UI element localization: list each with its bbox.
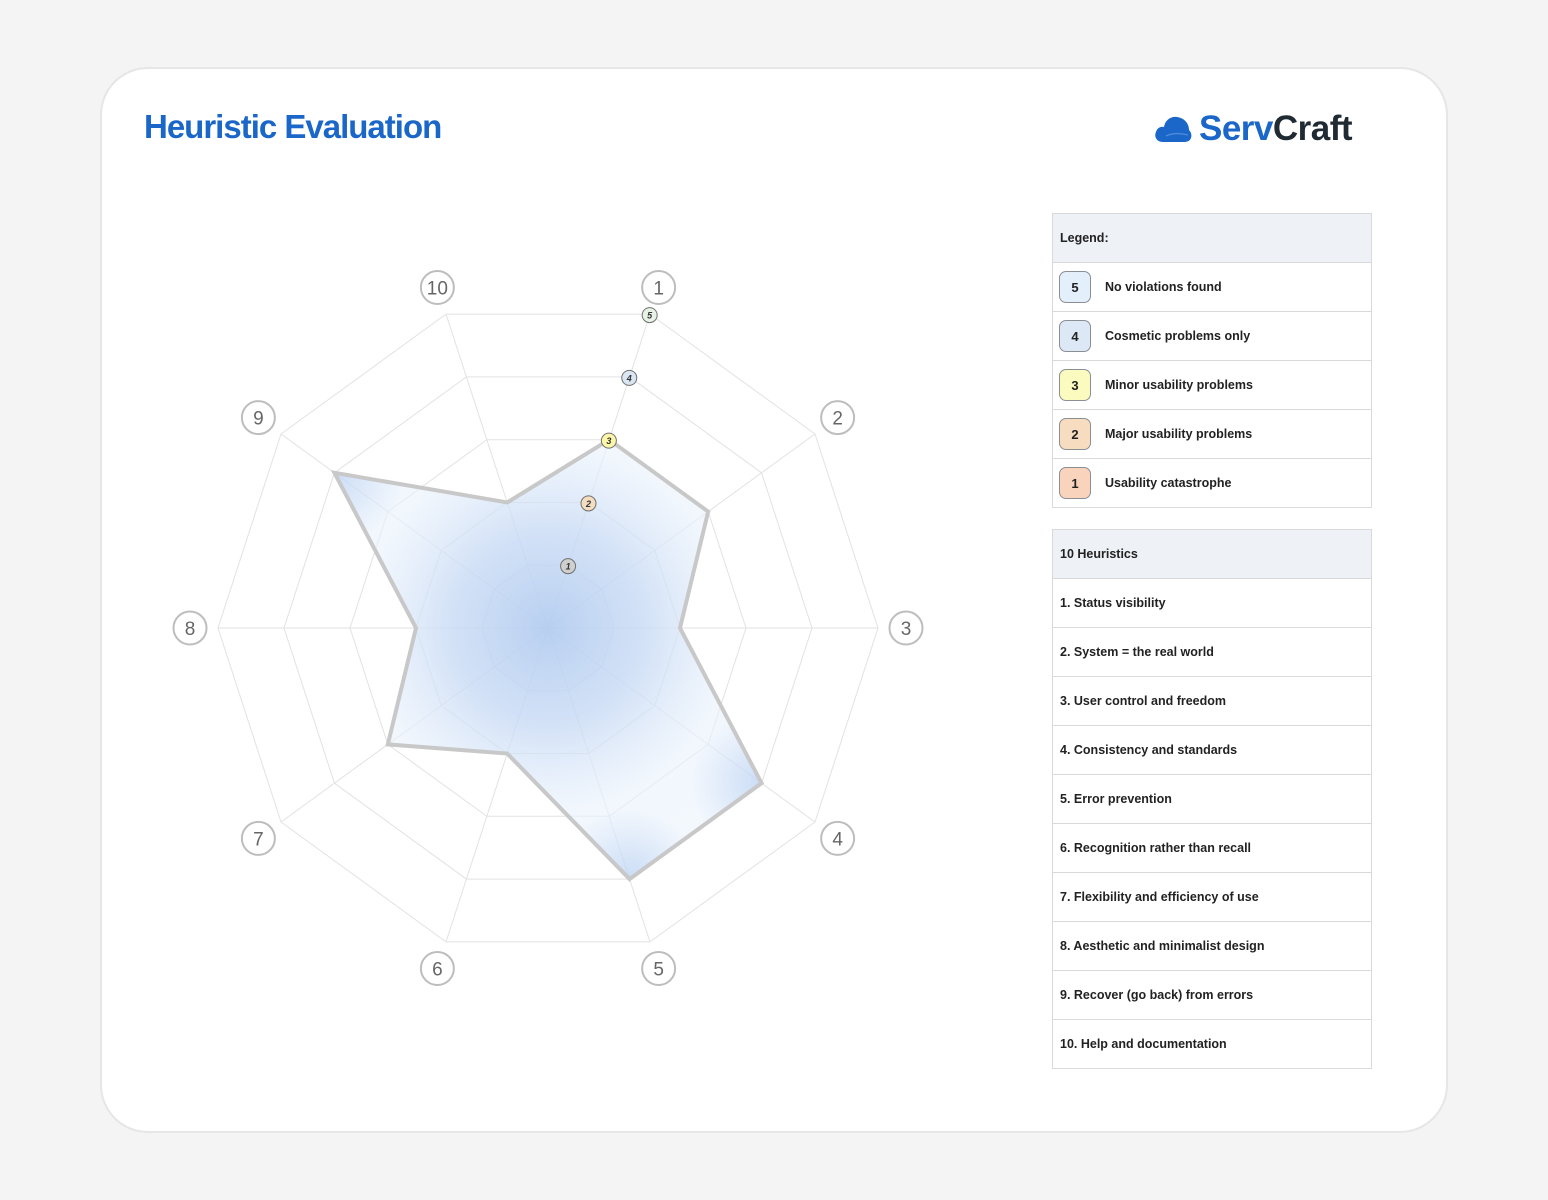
scale-marker-label: 3	[606, 436, 611, 446]
axis-label-text: 1	[653, 279, 664, 300]
heuristic-row: 6. Recognition rather than recall	[1053, 824, 1371, 873]
axis-label: 7	[240, 820, 276, 856]
legend-row: 3 Minor usability problems	[1053, 361, 1371, 410]
scale-marker: 1	[560, 558, 577, 575]
scale-marker: 4	[621, 369, 638, 386]
scale-marker: 2	[580, 495, 597, 512]
legend-row: 4 Cosmetic problems only	[1053, 312, 1371, 361]
heuristic-row: 9. Recover (go back) from errors	[1053, 971, 1371, 1020]
legend-label: Minor usability problems	[1105, 378, 1253, 392]
scale-marker-label: 4	[626, 373, 632, 383]
legend-table: Legend: 5 No violations found 4 Cosmetic…	[1052, 213, 1372, 508]
legend-swatch: 1	[1059, 467, 1091, 499]
legend-swatch: 5	[1059, 271, 1091, 303]
scale-marker: 3	[600, 432, 617, 449]
legend-label: No violations found	[1105, 280, 1222, 294]
brand-name-part1: Serv	[1199, 109, 1273, 148]
heuristic-row: 1. Status visibility	[1053, 579, 1371, 628]
axis-label: 1	[641, 270, 677, 306]
axis-label-text: 8	[185, 619, 196, 640]
brand-name: ServCraft	[1199, 107, 1353, 151]
axis-label: 9	[240, 400, 276, 436]
legend-swatch: 2	[1059, 418, 1091, 450]
axis-label: 5	[641, 950, 677, 986]
scale-marker-label: 2	[585, 499, 591, 509]
axis-label-text: 4	[832, 829, 843, 850]
axis-label-text: 10	[427, 279, 448, 300]
legend-label: Usability catastrophe	[1105, 476, 1232, 490]
axis-label: 6	[419, 950, 455, 986]
legend-row: 5 No violations found	[1053, 263, 1371, 312]
heuristic-row: 10. Help and documentation	[1060, 1037, 1227, 1051]
legend-row: 2 Major usability problems	[1053, 410, 1371, 459]
legend-swatch: 4	[1059, 320, 1091, 352]
heuristic-row: 2. System = the real world	[1053, 628, 1371, 677]
heuristic-row: 4. Consistency and standards	[1053, 726, 1371, 775]
axis-label: 10	[419, 270, 455, 306]
heuristics-title: 10 Heuristics	[1053, 530, 1371, 579]
brand-name-part2: Craft	[1272, 109, 1353, 148]
legend-row: 1 Usability catastrophe	[1053, 459, 1371, 507]
axis-label-text: 7	[253, 829, 264, 850]
heuristic-row: 7. Flexibility and efficiency of use	[1053, 873, 1371, 922]
legend-title: Legend:	[1053, 214, 1371, 263]
axis-label: 4	[820, 820, 856, 856]
legend-label: Cosmetic problems only	[1105, 329, 1251, 343]
brand-logo: ServCraft	[1154, 107, 1353, 151]
axis-label: 8	[172, 610, 208, 646]
axis-label: 3	[888, 610, 924, 646]
heuristic-row: 8. Aesthetic and minimalist design	[1053, 922, 1371, 971]
heuristic-row: 3. User control and freedom	[1053, 677, 1371, 726]
axis-label: 2	[820, 400, 856, 436]
legend-swatch: 3	[1059, 369, 1091, 401]
axis-label-text: 3	[901, 619, 912, 640]
heuristic-row: 5. Error prevention	[1053, 775, 1371, 824]
axis-label-text: 9	[253, 409, 264, 430]
axis-label-text: 6	[432, 959, 443, 980]
legend-label: Major usability problems	[1105, 427, 1253, 441]
scale-marker-label: 1	[566, 562, 571, 572]
radar-chart: 1 2 3 4 5 1 2 3 4 5 6 7 8 9 10	[172, 270, 924, 986]
heuristics-table: 10 Heuristics 1. Status visibility 2. Sy…	[1052, 529, 1372, 1069]
cloud-icon	[1155, 116, 1192, 142]
axis-label-text: 2	[832, 409, 843, 430]
axis-label-text: 5	[653, 959, 664, 980]
scale-marker: 5	[641, 307, 658, 324]
